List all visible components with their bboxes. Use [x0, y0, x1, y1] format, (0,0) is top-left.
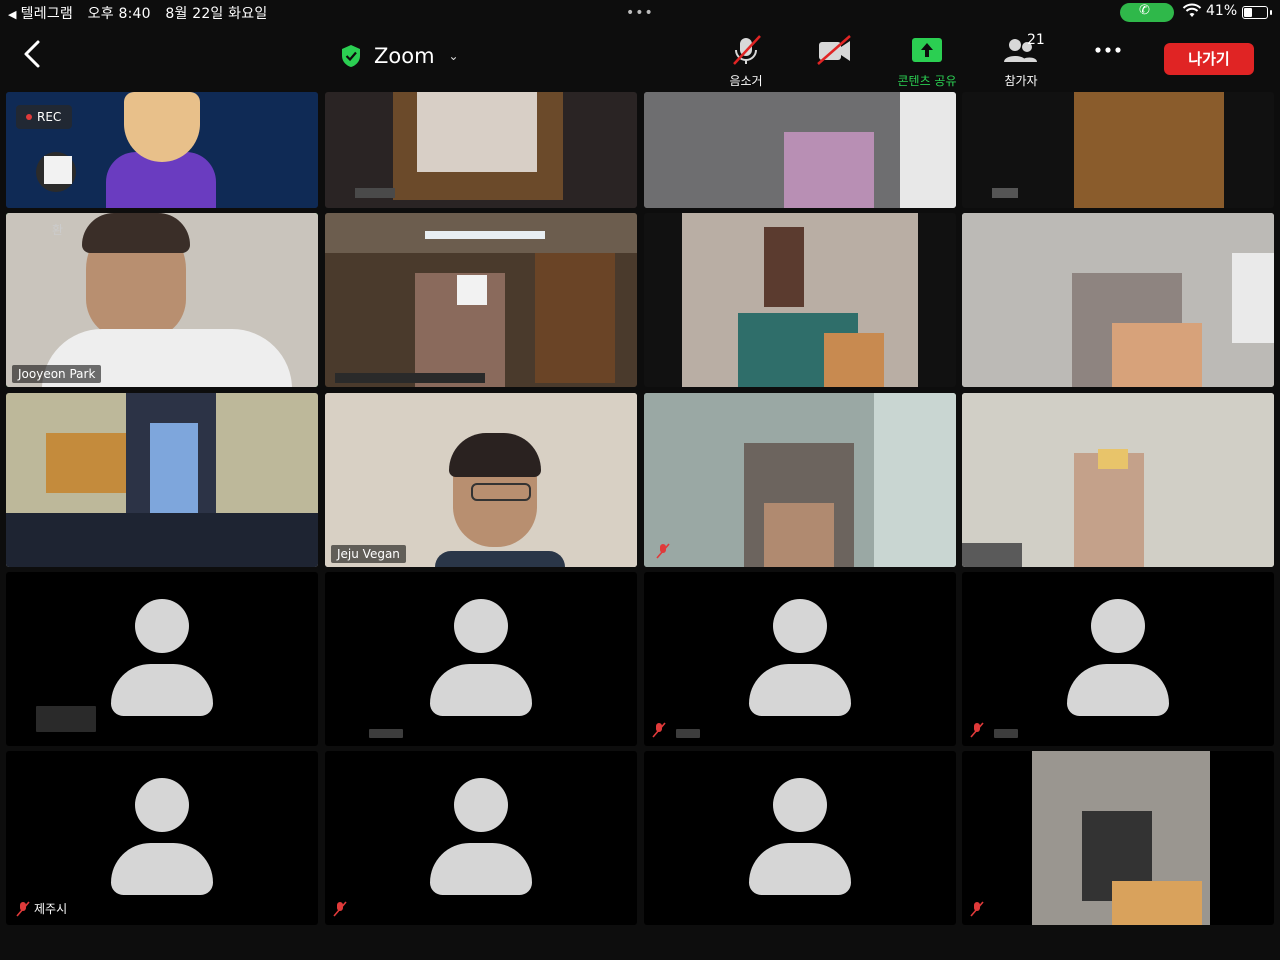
video-tile[interactable]	[962, 751, 1274, 925]
mosaic-block	[1112, 323, 1202, 387]
video-tile[interactable]	[644, 213, 956, 387]
mic-muted-icon	[970, 722, 984, 738]
mosaic-block	[784, 132, 874, 208]
avatar-body-icon	[111, 664, 213, 716]
avatar-body-icon	[430, 664, 532, 716]
avatar-head-icon	[1091, 599, 1145, 653]
participant-name-label: 제주시	[34, 902, 68, 916]
video-tile[interactable]	[325, 213, 637, 387]
mic-muted-icon	[656, 543, 670, 559]
video-tile[interactable]: Jeju Vegan	[325, 393, 637, 567]
cut-label: 환	[52, 223, 64, 237]
avatar-body-icon	[111, 843, 213, 895]
video-tile[interactable]	[6, 393, 318, 567]
participant-shirt	[435, 551, 565, 567]
recording-label: REC	[37, 110, 62, 124]
video-off-tile[interactable]	[644, 751, 956, 925]
mosaic-block	[6, 513, 318, 567]
mosaic-block	[1074, 453, 1144, 567]
video-off-tile[interactable]	[644, 572, 956, 746]
video-off-tile[interactable]: 제주시	[6, 751, 318, 925]
participant-name-tag: Jooyeon Park	[12, 365, 102, 383]
blurred-name	[36, 706, 96, 732]
recording-badge: REC	[16, 105, 72, 129]
mosaic-block	[874, 393, 956, 567]
mosaic-block	[1074, 92, 1224, 208]
video-tile[interactable]	[962, 92, 1274, 208]
mosaic-block	[1098, 449, 1128, 469]
avatar-body-icon	[430, 843, 532, 895]
mic-muted-icon	[16, 901, 30, 917]
video-off-tile[interactable]	[6, 572, 318, 746]
blurred-name	[994, 729, 1018, 738]
recording-dot-icon	[26, 114, 32, 120]
mic-muted-icon	[970, 901, 984, 917]
participant-name-tag: Jeju Vegan	[331, 545, 406, 563]
mosaic-block	[962, 543, 1022, 567]
video-off-tile[interactable]	[325, 572, 637, 746]
mosaic-block	[46, 433, 136, 493]
mosaic-block	[1112, 881, 1202, 925]
mosaic-block	[535, 253, 615, 383]
avatar-head-icon	[773, 599, 827, 653]
avatar-head-icon	[773, 778, 827, 832]
avatar-body-icon	[1067, 664, 1169, 716]
video-tile[interactable]	[644, 92, 956, 208]
video-tile[interactable]	[325, 92, 637, 208]
mosaic-block	[764, 503, 834, 567]
mosaic-block	[824, 333, 884, 387]
mosaic-block	[355, 188, 395, 198]
video-tile[interactable]	[962, 213, 1274, 387]
avatar-head-icon	[454, 778, 508, 832]
glasses	[471, 483, 531, 501]
avatar-body-icon	[749, 664, 851, 716]
video-off-tile[interactable]	[962, 572, 1274, 746]
active-speaker-tile[interactable]: Jooyeon Park	[6, 213, 318, 387]
mosaic-block	[335, 373, 485, 383]
mosaic-block	[457, 275, 487, 305]
avatar-head-icon	[135, 778, 189, 832]
mic-muted-icon	[652, 722, 666, 738]
participant-hair	[82, 213, 190, 253]
blurred-name	[676, 729, 700, 738]
video-off-tile[interactable]	[325, 751, 637, 925]
blur-patch	[44, 156, 72, 184]
mosaic-block	[1232, 253, 1274, 343]
avatar-body-icon	[749, 843, 851, 895]
mic-muted-icon	[333, 901, 347, 917]
mosaic-block	[992, 188, 1018, 198]
mosaic-block	[417, 92, 537, 172]
video-tile[interactable]	[962, 393, 1274, 567]
avatar-head-icon	[454, 599, 508, 653]
avatar-head-icon	[135, 599, 189, 653]
video-grid: REC Jooyeon Park 환 Jeju Vegan 제주시	[0, 0, 1280, 960]
mosaic-block	[764, 227, 804, 307]
blurred-name	[369, 729, 403, 738]
mosaic-block	[900, 92, 956, 208]
mosaic-block	[425, 231, 545, 239]
video-tile[interactable]	[644, 393, 956, 567]
